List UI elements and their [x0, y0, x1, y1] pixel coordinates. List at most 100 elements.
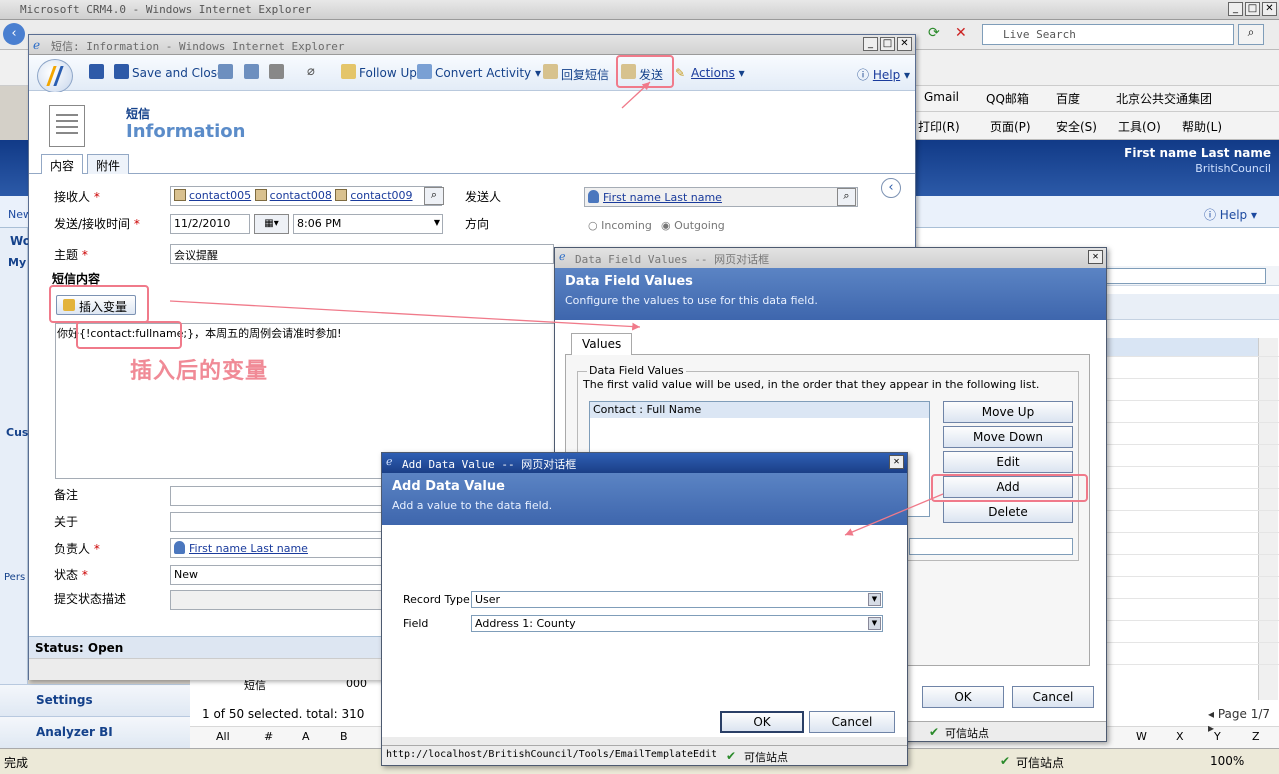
remark-input[interactable]	[170, 486, 382, 506]
actions-menu[interactable]: Actions ▾	[691, 66, 745, 80]
time-select[interactable]: 8:06 PM ▼	[293, 214, 443, 234]
cmd-print[interactable]: 打印(R)	[918, 118, 960, 135]
adv-trusted-site: 可信站点	[744, 751, 788, 764]
refresh-icon[interactable]: ⟳	[928, 25, 946, 43]
recipient-contact008[interactable]: contact008	[270, 189, 332, 202]
chevron-down-icon: ▼	[868, 593, 881, 606]
live-search-input[interactable]: Live Search	[982, 24, 1234, 45]
dfv-statusbar: ✔ 可信站点	[907, 721, 1106, 741]
date-input[interactable]: 11/2/2010	[170, 214, 250, 234]
crm-help-link[interactable]: ⓘ Help ▾	[1204, 206, 1257, 223]
close-icon[interactable]: ✕	[897, 37, 912, 51]
sms-document-icon	[49, 105, 85, 147]
nav-settings[interactable]: Settings	[0, 684, 190, 716]
contact-icon	[254, 189, 267, 201]
reply-sms-button[interactable]: 回复短信	[561, 66, 609, 83]
tab-content[interactable]: 内容	[41, 154, 84, 175]
print-icon[interactable]	[269, 64, 284, 79]
recipient-contact005[interactable]: contact005	[189, 189, 251, 202]
maximize-icon[interactable]: □	[1245, 2, 1260, 16]
alpha-a[interactable]: A	[302, 730, 310, 743]
submit-desc-input	[170, 590, 382, 610]
favorite-gmail[interactable]: Gmail	[924, 90, 959, 104]
search-icon[interactable]: ⌕	[1238, 24, 1264, 45]
alpha-x[interactable]: X	[1176, 730, 1184, 743]
alpha-w[interactable]: W	[1136, 730, 1147, 743]
stop-icon[interactable]: ✕	[955, 25, 973, 43]
dfv-default-field[interactable]	[909, 538, 1073, 555]
record-type-select[interactable]: User ▼	[471, 591, 883, 608]
adv-ok-button[interactable]: OK	[720, 711, 804, 733]
nav-analyzer-bi[interactable]: Analyzer BI	[0, 716, 190, 748]
grid-scrollbar[interactable]	[1258, 338, 1278, 700]
contact-icon	[174, 189, 186, 201]
adv-title: Add Data Value -- 网页对话框	[402, 458, 577, 471]
minimize-icon[interactable]: _	[863, 37, 878, 51]
collapse-panel-icon[interactable]: ‹	[881, 178, 901, 198]
recipient-lookup[interactable]: contact005 contact008 contact009	[170, 186, 442, 206]
zoom-level[interactable]: 100%	[1210, 754, 1244, 768]
owner-lookup[interactable]: First name Last name	[170, 538, 382, 558]
trusted-check-icon: ✔	[1000, 754, 1011, 768]
save-new-icon[interactable]	[218, 64, 233, 79]
regarding-lookup[interactable]	[170, 512, 382, 532]
recipient-lookup-icon[interactable]: ⌕	[424, 187, 444, 205]
save-icon[interactable]	[89, 64, 104, 79]
personal-stub: Pers	[4, 572, 26, 583]
record-type-label: Record Type	[403, 593, 470, 606]
attach-icon[interactable]: ⌀	[307, 64, 315, 79]
tab-attachments[interactable]: 附件	[87, 154, 130, 174]
save-as-icon[interactable]	[244, 64, 259, 79]
time-label-text: 发送/接收时间	[54, 217, 131, 231]
dfv-titlebar: ℯ Data Field Values -- 网页对话框 ✕	[555, 248, 1106, 268]
favorite-baidu[interactable]: 百度	[1056, 90, 1080, 107]
direction-incoming[interactable]: ○ Incoming	[588, 219, 652, 232]
status-select[interactable]: New	[170, 565, 382, 585]
favorite-qqmail[interactable]: QQ邮箱	[986, 90, 1029, 107]
delete-button[interactable]: Delete	[943, 501, 1073, 523]
time-value: 8:06 PM	[297, 217, 342, 230]
back-icon[interactable]: ‹	[3, 23, 25, 45]
variable-highlight-box	[76, 321, 182, 349]
sms-toolbar: Save and Close ⌀ Follow Up Convert Activ…	[29, 55, 915, 91]
subject-input[interactable]: 会议提醒	[170, 244, 554, 264]
convert-activity-button[interactable]: Convert Activity ▾	[435, 66, 541, 80]
tab-values[interactable]: Values	[571, 333, 633, 355]
cmd-safety[interactable]: 安全(S)	[1056, 118, 1097, 135]
close-icon[interactable]: ✕	[1262, 2, 1277, 16]
calendar-icon[interactable]: ▦▾	[254, 214, 289, 234]
direction-outgoing[interactable]: ◉ Outgoing	[661, 219, 725, 232]
alpha-b[interactable]: B	[340, 730, 348, 743]
alpha-all[interactable]: All	[216, 730, 230, 743]
field-select[interactable]: Address 1: County ▼	[471, 615, 883, 632]
help-menu[interactable]: ⓘ Help ▾	[857, 66, 910, 83]
edit-button[interactable]: Edit	[943, 451, 1073, 473]
minimize-icon[interactable]: _	[1228, 2, 1243, 16]
close-icon[interactable]: ✕	[1088, 250, 1103, 264]
view-select[interactable]	[1106, 268, 1266, 284]
move-up-button[interactable]: Move Up	[943, 401, 1073, 423]
cmd-help[interactable]: 帮助(L)	[1182, 118, 1222, 135]
follow-up-button[interactable]: Follow Up	[359, 66, 417, 80]
maximize-icon[interactable]: □	[880, 37, 895, 51]
list-item[interactable]: Contact : Full Name	[590, 402, 929, 418]
incoming-label: Incoming	[601, 219, 652, 232]
cmd-tools[interactable]: 工具(O)	[1118, 118, 1161, 135]
save-and-close-button[interactable]: Save and Close	[132, 66, 224, 80]
owner-value[interactable]: First name Last name	[189, 542, 308, 555]
sender-lookup[interactable]: First name Last name	[584, 187, 858, 207]
alpha-hash[interactable]: #	[264, 730, 273, 743]
sender-value[interactable]: First name Last name	[603, 191, 722, 204]
dfv-ok-button[interactable]: OK	[922, 686, 1004, 708]
recipient-contact009[interactable]: contact009	[350, 189, 412, 202]
crm-left-rail: New Wo My Cus Pers	[0, 208, 32, 748]
adv-url: http://localhost/BritishCouncil/Tools/Em…	[386, 749, 716, 760]
sender-lookup-icon[interactable]: ⌕	[837, 188, 856, 206]
follow-up-icon	[341, 64, 356, 79]
close-icon[interactable]: ✕	[889, 455, 904, 469]
cmd-page[interactable]: 页面(P)	[990, 118, 1031, 135]
dfv-cancel-button[interactable]: Cancel	[1012, 686, 1094, 708]
favorite-bus[interactable]: 北京公共交通集团	[1116, 90, 1212, 107]
adv-cancel-button[interactable]: Cancel	[809, 711, 895, 733]
move-down-button[interactable]: Move Down	[943, 426, 1073, 448]
